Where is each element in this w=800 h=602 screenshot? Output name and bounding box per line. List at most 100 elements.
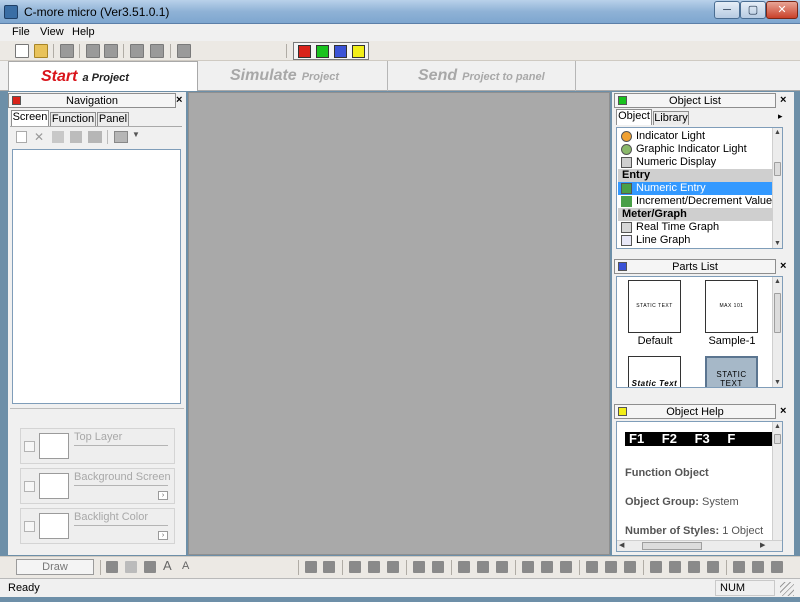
menu-file[interactable]: File: [12, 26, 30, 38]
part-sample1-thumb[interactable]: MAX 101: [705, 280, 758, 333]
same-size-icon[interactable]: [624, 561, 636, 573]
list-item[interactable]: Indicator Light: [618, 130, 772, 143]
send-back-icon[interactable]: [707, 561, 719, 573]
parts-list[interactable]: STATIC TEXT Default MAX 101 Sample-1 Sta…: [616, 276, 783, 388]
minimize-button[interactable]: ─: [714, 1, 740, 19]
tab-library[interactable]: Library: [653, 111, 689, 125]
align-right-icon[interactable]: [496, 561, 508, 573]
maximize-button[interactable]: ▢: [740, 1, 766, 19]
screen-list[interactable]: [12, 149, 181, 404]
screen-canvas[interactable]: [188, 92, 610, 555]
object-list-scrollbar[interactable]: ▲ ▼: [772, 128, 782, 248]
object-help-vscroll[interactable]: ▲: [772, 422, 782, 540]
delete-icon[interactable]: [413, 561, 425, 573]
same-width-icon[interactable]: [586, 561, 598, 573]
copy-screen-icon[interactable]: [130, 44, 144, 58]
undo-icon[interactable]: [305, 561, 317, 573]
align-bottom-icon[interactable]: [560, 561, 572, 573]
object-list[interactable]: Indicator Light Graphic Indicator Light …: [616, 127, 783, 249]
blue-panel-toggle[interactable]: [334, 45, 347, 58]
tab-screen[interactable]: Screen: [11, 110, 49, 126]
part-italic-thumb[interactable]: Static Text: [628, 356, 681, 387]
scroll-up-icon[interactable]: ▲: [773, 277, 782, 286]
step-simulate[interactable]: Simulate Project: [198, 61, 388, 91]
print-icon[interactable]: [86, 44, 100, 58]
ungroup-icon[interactable]: [752, 561, 764, 573]
delete-screen-icon[interactable]: ✕: [34, 130, 44, 144]
font-smaller-icon[interactable]: A: [182, 560, 194, 572]
yellow-panel-toggle[interactable]: [352, 45, 365, 58]
save-icon[interactable]: [60, 44, 74, 58]
object-help-close-icon[interactable]: ×: [780, 405, 786, 417]
tab-panel[interactable]: Panel: [97, 112, 129, 126]
scroll-down-icon[interactable]: ▼: [773, 239, 782, 248]
align-top-icon[interactable]: [522, 561, 534, 573]
scroll-up-icon[interactable]: ▲: [773, 422, 782, 431]
resize-grip-icon[interactable]: [780, 582, 794, 596]
lock-icon[interactable]: [771, 561, 783, 573]
object-list-close-icon[interactable]: ×: [780, 94, 786, 106]
draw-button[interactable]: Draw: [16, 559, 94, 575]
screen-properties-icon[interactable]: [88, 131, 102, 143]
part-default-thumb[interactable]: STATIC TEXT: [628, 280, 681, 333]
scroll-thumb[interactable]: [774, 162, 781, 176]
group-icon[interactable]: [733, 561, 745, 573]
step-start[interactable]: Start a Project: [8, 61, 198, 91]
font-larger-icon[interactable]: A: [163, 558, 175, 573]
align-left-icon[interactable]: [458, 561, 470, 573]
part-3d-thumb[interactable]: STATIC TEXT: [705, 356, 758, 387]
navigation-close-icon[interactable]: ×: [176, 94, 182, 106]
same-height-icon[interactable]: [605, 561, 617, 573]
select-all-icon[interactable]: [432, 561, 444, 573]
green-panel-toggle[interactable]: [316, 45, 329, 58]
open-folder-icon[interactable]: [34, 44, 48, 58]
menu-view[interactable]: View: [40, 26, 64, 38]
align-center-icon[interactable]: [477, 561, 489, 573]
grid-icon[interactable]: [125, 561, 137, 573]
scroll-down-icon[interactable]: ▼: [773, 378, 782, 387]
layer-backlight[interactable]: Backlight Color ›: [20, 508, 175, 544]
object-help-hscroll[interactable]: ◀ ▶: [617, 540, 782, 551]
layer-top-checkbox[interactable]: [24, 441, 35, 452]
send-backward-icon[interactable]: [669, 561, 681, 573]
list-item[interactable]: Graphic Indicator Light: [618, 143, 772, 156]
list-item[interactable]: Numeric Display: [618, 156, 772, 169]
list-item[interactable]: Increment/Decrement Value: [618, 195, 772, 208]
chevron-down-icon[interactable]: ▼: [132, 130, 140, 139]
menu-help[interactable]: Help: [72, 26, 95, 38]
paste-icon[interactable]: [387, 561, 399, 573]
cut-icon[interactable]: [349, 561, 361, 573]
parts-list-close-icon[interactable]: ×: [780, 260, 786, 272]
print-preview-icon[interactable]: [104, 44, 118, 58]
scroll-thumb[interactable]: [642, 542, 702, 550]
redo-icon[interactable]: [323, 561, 335, 573]
scroll-up-icon[interactable]: ▲: [773, 128, 782, 137]
bring-front-icon[interactable]: [688, 561, 700, 573]
paste-screen-icon[interactable]: [150, 44, 164, 58]
new-screen-icon[interactable]: [16, 131, 27, 143]
scroll-thumb[interactable]: [774, 434, 781, 444]
list-item-selected[interactable]: Numeric Entry: [618, 182, 772, 195]
copy-icon[interactable]: [368, 561, 380, 573]
copy-screen-icon[interactable]: [52, 131, 64, 143]
scroll-thumb[interactable]: [774, 293, 781, 333]
align-middle-icon[interactable]: [541, 561, 553, 573]
list-item[interactable]: Line Graph: [618, 234, 772, 247]
bring-forward-icon[interactable]: [650, 561, 662, 573]
step-send[interactable]: Send Project to panel: [388, 61, 576, 91]
scroll-right-icon[interactable]: ▶: [760, 541, 765, 549]
screen-image-icon[interactable]: [114, 131, 128, 143]
layer-top[interactable]: Top Layer: [20, 428, 175, 464]
paste-screen-icon[interactable]: [70, 131, 82, 143]
tab-object[interactable]: Object: [616, 109, 652, 125]
background-more-button[interactable]: ›: [158, 491, 168, 500]
list-item[interactable]: Real Time Graph: [618, 221, 772, 234]
layer-background-checkbox[interactable]: [24, 481, 35, 492]
tab-scroll-right-icon[interactable]: ▸: [778, 111, 783, 122]
close-button[interactable]: ✕: [766, 1, 798, 19]
project-info-icon[interactable]: [177, 44, 191, 58]
swap-icon[interactable]: [144, 561, 156, 573]
red-panel-toggle[interactable]: [298, 45, 311, 58]
layer-backlight-checkbox[interactable]: [24, 521, 35, 532]
new-file-icon[interactable]: [15, 44, 29, 58]
